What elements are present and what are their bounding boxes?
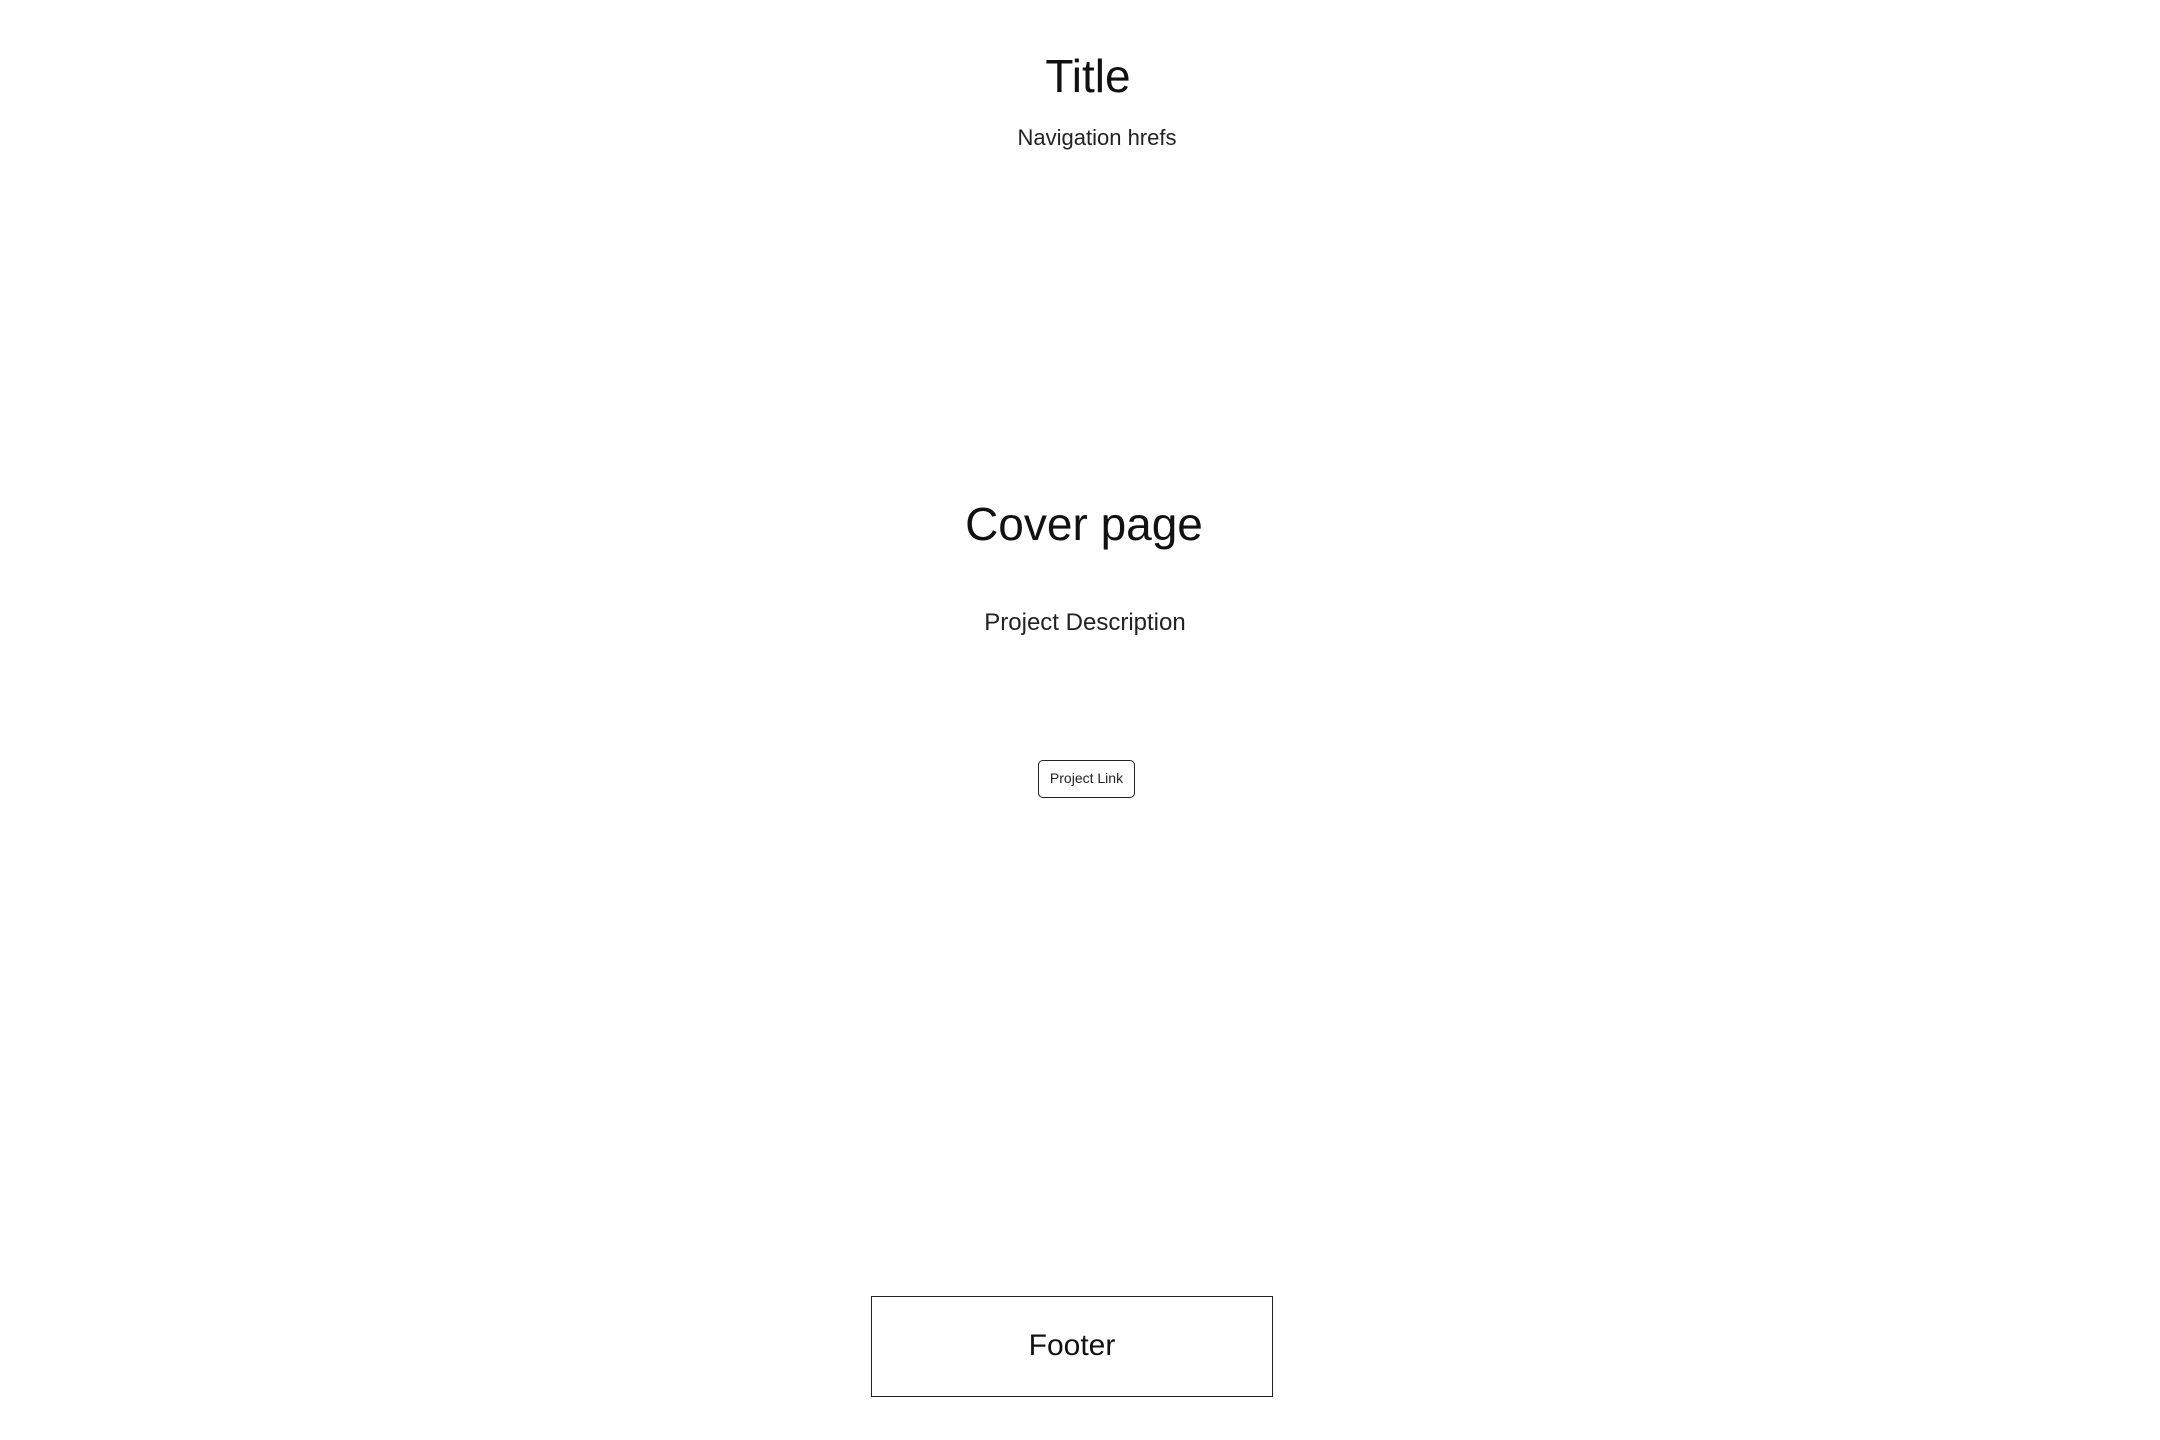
page-title: Title xyxy=(1045,50,1131,102)
project-link-button[interactable]: Project Link xyxy=(1038,760,1135,798)
project-description: Project Description xyxy=(984,609,1186,636)
navigation-links[interactable]: Navigation hrefs xyxy=(0,123,2160,153)
page: { "header": { "title": "Title", "nav_lab… xyxy=(0,0,2160,1440)
page-footer: Footer xyxy=(871,1296,1273,1397)
cover-heading: Cover page xyxy=(965,498,1203,550)
